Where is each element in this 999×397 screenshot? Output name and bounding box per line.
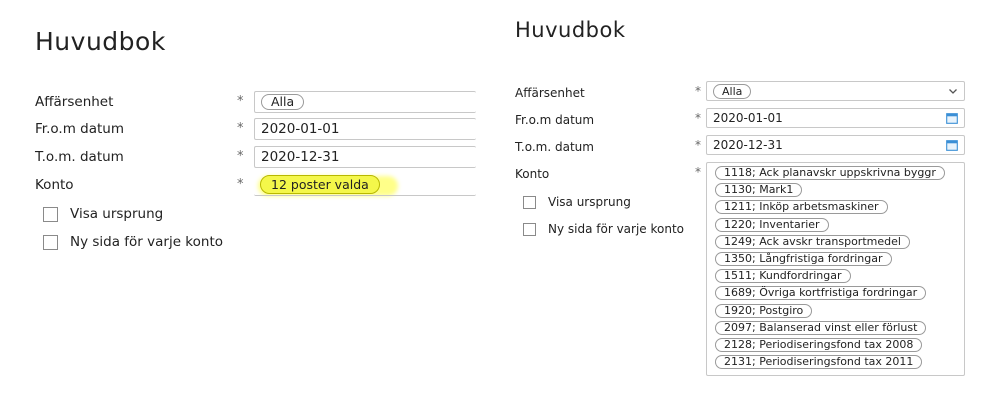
affarsenhet-label: Affärsenhet [35, 94, 114, 110]
required-mark: * [695, 84, 701, 98]
right-panel: Huvudbok Affärsenhet * Alla Fr.o.m datum… [500, 0, 999, 397]
required-mark: * [695, 165, 701, 179]
konto-chip[interactable]: 1249; Ack avskr transportmedel [715, 234, 910, 249]
from-date-value: 2020-01-01 [713, 111, 783, 125]
ny-sida-label: Ny sida för varje konto [70, 234, 224, 250]
konto-chip[interactable]: 1920; Postgiro [715, 303, 813, 318]
page-title: Huvudbok [515, 18, 626, 42]
required-mark: * [237, 149, 244, 164]
ny-sida-checkbox[interactable] [523, 222, 536, 236]
required-mark: * [237, 94, 244, 109]
from-date-label: Fr.o.m datum [35, 121, 124, 137]
konto-chip[interactable]: 2097; Balanserad vinst eller förlust [715, 320, 927, 335]
from-date-value: 2020-01-01 [261, 121, 340, 137]
konto-selected-chip[interactable]: 12 poster valda [260, 175, 380, 194]
affarsenhet-select[interactable]: Alla [706, 81, 965, 101]
left-panel: Huvudbok Affärsenhet * Alla Fr.o.m datum… [0, 0, 476, 397]
visa-ursprung-label: Visa ursprung [70, 206, 164, 222]
affarsenhet-label: Affärsenhet [515, 86, 585, 100]
visa-ursprung-checkbox[interactable] [523, 195, 536, 209]
visa-ursprung-row[interactable]: Visa ursprung [523, 195, 631, 209]
visa-ursprung-label: Visa ursprung [548, 195, 631, 209]
konto-chip[interactable]: 1130; Mark1 [715, 183, 803, 198]
calendar-icon[interactable] [946, 112, 958, 124]
konto-chip[interactable]: 1211; Inköp arbetsmaskiner [715, 200, 888, 215]
to-date-input[interactable]: 2020-12-31 [706, 135, 965, 155]
from-date-input[interactable]: 2020-01-01 [706, 108, 965, 128]
visa-ursprung-row[interactable]: Visa ursprung [43, 206, 163, 222]
konto-select[interactable]: 12 poster valda [254, 174, 476, 196]
ny-sida-label: Ny sida för varje konto [548, 222, 685, 236]
to-date-input[interactable]: 2020-12-31 [254, 146, 476, 168]
konto-chip[interactable]: 2131; Periodiseringsfond tax 2011 [715, 355, 923, 370]
konto-chip[interactable]: 1350; Långfristiga fordringar [715, 251, 892, 266]
ny-sida-row[interactable]: Ny sida för varje konto [523, 222, 684, 236]
page-title: Huvudbok [35, 27, 166, 56]
to-date-value: 2020-12-31 [713, 138, 783, 152]
chevron-down-icon[interactable] [948, 86, 958, 96]
to-date-label: T.o.m. datum [35, 149, 124, 165]
required-mark: * [237, 177, 244, 192]
from-date-label: Fr.o.m datum [515, 113, 595, 127]
konto-label: Konto [35, 177, 74, 193]
konto-label: Konto [515, 167, 550, 181]
konto-chip[interactable]: 1118; Ack planavskr uppskrivna byggr [715, 166, 945, 180]
required-mark: * [695, 111, 701, 125]
visa-ursprung-checkbox[interactable] [43, 206, 58, 222]
affarsenhet-chip[interactable]: Alla [713, 83, 752, 99]
konto-chip[interactable]: 2128; Periodiseringsfond tax 2008 [715, 337, 923, 352]
to-date-label: T.o.m. datum [515, 140, 594, 154]
affarsenhet-chip[interactable]: Alla [261, 94, 305, 110]
calendar-icon[interactable] [946, 139, 958, 151]
affarsenhet-select[interactable]: Alla [254, 91, 476, 113]
ny-sida-row[interactable]: Ny sida för varje konto [43, 234, 223, 250]
from-date-input[interactable]: 2020-01-01 [254, 118, 476, 140]
konto-chip[interactable]: 1220; Inventarier [715, 217, 829, 232]
to-date-value: 2020-12-31 [261, 149, 340, 165]
konto-chip[interactable]: 1689; Övriga kortfristiga fordringar [715, 286, 927, 301]
required-mark: * [695, 138, 701, 152]
ny-sida-checkbox[interactable] [43, 234, 58, 250]
required-mark: * [237, 121, 244, 136]
konto-multiselect[interactable]: 1118; Ack planavskr uppskrivna byggr 113… [706, 162, 965, 376]
konto-chip[interactable]: 1511; Kundfordringar [715, 269, 851, 284]
